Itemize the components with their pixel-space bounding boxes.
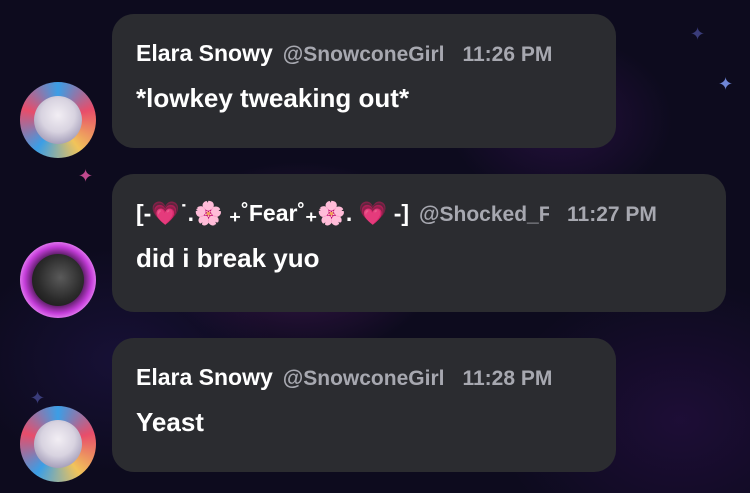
sparkle-icon: ✦: [690, 24, 706, 45]
flower-emoji: 🌸: [317, 200, 346, 226]
author-name[interactable]: Elara Snowy: [136, 40, 273, 67]
user-avatar[interactable]: [20, 242, 96, 318]
author-handle[interactable]: @Shocked_F: [419, 203, 549, 227]
author-name[interactable]: [-💗˙.🌸 ₊˚Fear˚₊🌸. 💗 -]: [136, 200, 409, 227]
author-name-deco: ˙.: [179, 200, 195, 226]
heart-emoji: 💗: [358, 200, 388, 226]
anime-girl-avatar-icon: [34, 420, 82, 468]
anime-girl-avatar-icon: [34, 96, 82, 144]
sparkle-icon: ✦: [78, 166, 94, 187]
author-name-deco: .: [345, 200, 359, 226]
author-handle[interactable]: @SnowconeGirl: [283, 43, 445, 67]
flower-emoji: 🌸: [194, 200, 223, 226]
shadow-figure-avatar-icon: [32, 254, 84, 306]
message-text: Yeast: [136, 407, 204, 437]
user-avatar[interactable]: [20, 406, 96, 482]
message-bubble[interactable]: Elara Snowy @SnowconeGirl 11:28 PM Yeast: [112, 338, 616, 472]
author-name-core: ₊˚Fear˚₊: [222, 200, 318, 226]
message-timestamp: 11:28 PM: [462, 367, 553, 390]
message-bubble[interactable]: [-💗˙.🌸 ₊˚Fear˚₊🌸. 💗 -] @Shocked_F 11:27 …: [112, 174, 726, 312]
message-text: *lowkey tweaking out*: [136, 83, 410, 113]
author-name-bracket: -]: [387, 200, 410, 226]
message-text: did i break yuo: [136, 243, 320, 273]
message-timestamp: 11:27 PM: [567, 203, 657, 226]
message-header: [-💗˙.🌸 ₊˚Fear˚₊🌸. 💗 -] @Shocked_F 11:27 …: [136, 200, 702, 227]
user-avatar[interactable]: [20, 82, 96, 158]
message-header: Elara Snowy @SnowconeGirl 11:26 PM: [136, 40, 592, 67]
message-timestamp: 11:26 PM: [462, 43, 553, 66]
author-name[interactable]: Elara Snowy: [136, 364, 273, 391]
message-bubble[interactable]: Elara Snowy @SnowconeGirl 11:26 PM *lowk…: [112, 14, 616, 148]
heart-emoji: 💗: [151, 200, 180, 226]
author-handle[interactable]: @SnowconeGirl: [283, 367, 445, 391]
message-header: Elara Snowy @SnowconeGirl 11:28 PM: [136, 364, 592, 391]
author-name-bracket: [-: [136, 200, 152, 226]
sparkle-icon: ✦: [30, 388, 46, 409]
sparkle-icon: ✦: [718, 74, 734, 95]
